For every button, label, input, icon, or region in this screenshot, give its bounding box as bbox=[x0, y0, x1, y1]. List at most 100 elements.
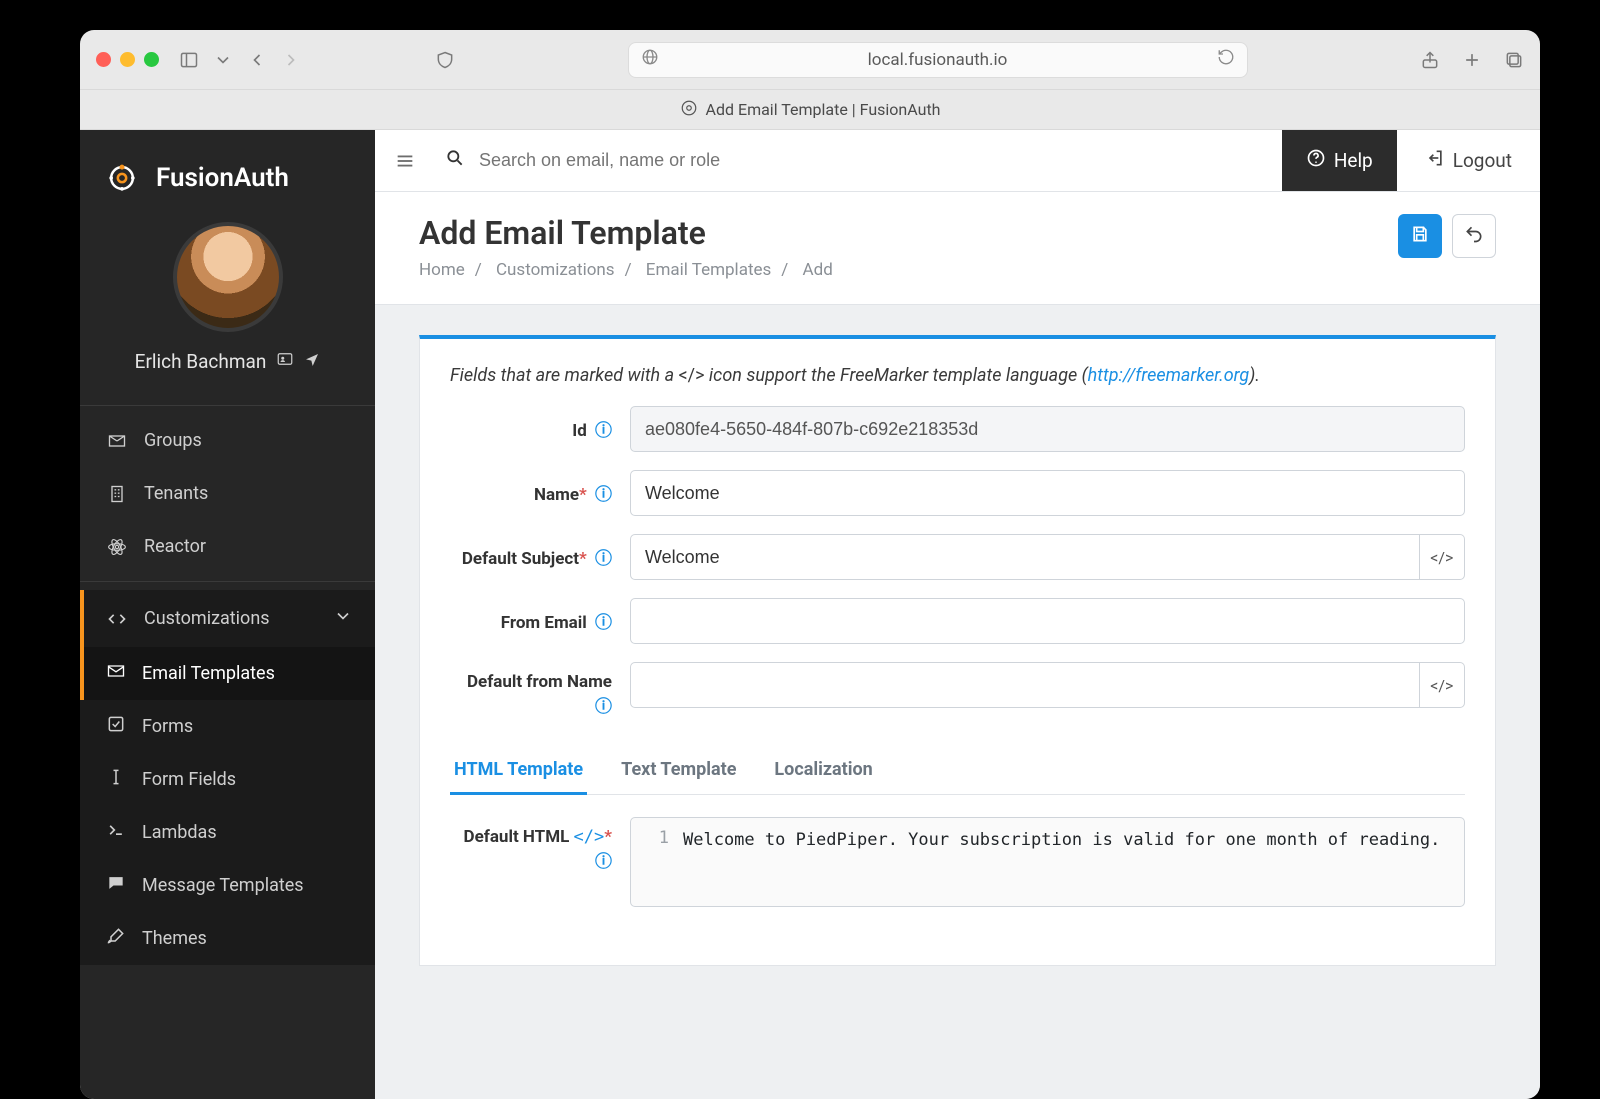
crumb[interactable]: Customizations bbox=[496, 260, 615, 280]
check-square-icon bbox=[106, 714, 126, 739]
tab-html-template[interactable]: HTML Template bbox=[450, 747, 587, 795]
tab-localization[interactable]: Localization bbox=[770, 747, 876, 795]
sidebar-item-label: Customizations bbox=[144, 608, 270, 629]
logout-button[interactable]: Logout bbox=[1397, 130, 1540, 191]
sidebar-item-label: Forms bbox=[142, 716, 193, 737]
help-icon bbox=[1306, 148, 1326, 173]
info-icon[interactable]: ⓘ bbox=[595, 485, 612, 505]
code-icon: </> bbox=[1430, 676, 1453, 695]
browser-tab[interactable]: Add Email Template | FusionAuth bbox=[80, 90, 1540, 130]
sidebar-sub-lambdas[interactable]: Lambdas bbox=[80, 806, 375, 859]
template-toggle-button[interactable]: </> bbox=[1420, 662, 1465, 708]
share-icon[interactable] bbox=[1420, 50, 1440, 70]
shield-icon[interactable] bbox=[435, 50, 455, 70]
label-subject: Default Subject bbox=[462, 549, 579, 569]
sidebar-item-tenants[interactable]: Tenants bbox=[80, 467, 375, 520]
from-email-field[interactable] bbox=[630, 598, 1465, 644]
sidebar-toggle-icon[interactable] bbox=[179, 50, 199, 70]
avatar[interactable] bbox=[173, 222, 283, 332]
building-icon bbox=[106, 484, 128, 504]
topbar: Help Logout bbox=[375, 130, 1540, 192]
sidebar-item-groups[interactable]: Groups bbox=[80, 414, 375, 467]
location-arrow-icon[interactable] bbox=[304, 350, 320, 373]
main: Help Logout Add Email Template Home/ Cus… bbox=[375, 130, 1540, 1099]
address-bar[interactable]: local.fusionauth.io bbox=[628, 42, 1248, 78]
address-text: local.fusionauth.io bbox=[868, 50, 1008, 70]
label-id: Id bbox=[572, 421, 587, 441]
comment-icon bbox=[106, 873, 126, 898]
groups-icon bbox=[106, 431, 128, 451]
tabs-overview-icon[interactable] bbox=[1504, 50, 1524, 70]
label-default-html: Default HTML bbox=[464, 827, 570, 847]
zoom-window-button[interactable] bbox=[144, 52, 159, 67]
forward-icon bbox=[281, 50, 301, 70]
template-tabs: HTML Template Text Template Localization bbox=[450, 747, 1465, 795]
freemarker-link[interactable]: http://freemarker.org bbox=[1088, 365, 1250, 386]
label-from-email: From Email bbox=[501, 613, 587, 633]
code-icon: </> bbox=[1430, 548, 1453, 567]
breadcrumb: Home/ Customizations/ Email Templates/ A… bbox=[419, 260, 833, 280]
minimize-window-button[interactable] bbox=[120, 52, 135, 67]
sidebar-item-customizations[interactable]: Customizations bbox=[80, 590, 375, 647]
line-number: 1 bbox=[659, 828, 669, 848]
reload-icon[interactable] bbox=[1217, 48, 1235, 71]
search-input[interactable] bbox=[477, 149, 1272, 172]
back-icon[interactable] bbox=[247, 50, 267, 70]
info-icon[interactable]: ⓘ bbox=[595, 421, 612, 441]
search-wrapper bbox=[435, 148, 1282, 173]
save-icon bbox=[1410, 224, 1430, 248]
sidebar-sub-themes[interactable]: Themes bbox=[80, 912, 375, 965]
id-field bbox=[630, 406, 1465, 452]
tab-favicon bbox=[680, 99, 698, 121]
page-header: Add Email Template Home/ Customizations/… bbox=[375, 192, 1540, 305]
info-icon[interactable]: ⓘ bbox=[595, 549, 612, 569]
collapse-sidebar-button[interactable] bbox=[375, 150, 435, 172]
subject-field[interactable] bbox=[630, 534, 1420, 580]
crumb[interactable]: Email Templates bbox=[646, 260, 772, 280]
from-name-field[interactable] bbox=[630, 662, 1420, 708]
name-field[interactable] bbox=[630, 470, 1465, 516]
sidebar-sub-email-templates[interactable]: Email Templates bbox=[80, 647, 375, 700]
template-toggle-button[interactable]: </> bbox=[1420, 534, 1465, 580]
sidebar-sub-form-fields[interactable]: Form Fields bbox=[80, 753, 375, 806]
crumb: Add bbox=[803, 260, 833, 280]
tab-text-template[interactable]: Text Template bbox=[617, 747, 740, 795]
paintbrush-icon bbox=[106, 926, 126, 951]
sidebar: FusionAuth Erlich Bachman Groups bbox=[80, 130, 375, 1099]
close-window-button[interactable] bbox=[96, 52, 111, 67]
help-label: Help bbox=[1334, 149, 1373, 172]
label-from-name: Default from Name bbox=[467, 672, 612, 692]
help-button[interactable]: Help bbox=[1282, 130, 1397, 191]
sidebar-sub-forms[interactable]: Forms bbox=[80, 700, 375, 753]
sidebar-sub-message-templates[interactable]: Message Templates bbox=[80, 859, 375, 912]
html-editor[interactable]: 1 Welcome to PiedPiper. Your subscriptio… bbox=[630, 817, 1465, 907]
info-icon[interactable]: ⓘ bbox=[595, 613, 612, 633]
form-hint: Fields that are marked with a </> icon s… bbox=[450, 365, 1465, 386]
envelope-icon bbox=[106, 661, 126, 686]
chevron-down-icon[interactable] bbox=[213, 50, 233, 70]
editor-content[interactable]: Welcome to PiedPiper. Your subscription … bbox=[679, 818, 1464, 906]
tab-title: Add Email Template | FusionAuth bbox=[706, 100, 941, 119]
profile-name: Erlich Bachman bbox=[135, 350, 267, 373]
terminal-icon bbox=[106, 820, 126, 845]
atom-icon bbox=[106, 537, 128, 557]
save-button[interactable] bbox=[1398, 214, 1442, 258]
sidebar-item-reactor[interactable]: Reactor bbox=[80, 520, 375, 573]
crumb[interactable]: Home bbox=[419, 260, 465, 280]
sidebar-item-label: Reactor bbox=[144, 536, 206, 557]
back-button[interactable] bbox=[1452, 214, 1496, 258]
brand[interactable]: FusionAuth bbox=[80, 130, 375, 208]
window-controls bbox=[96, 52, 159, 67]
new-tab-icon[interactable] bbox=[1462, 50, 1482, 70]
info-icon[interactable]: ⓘ bbox=[595, 697, 612, 717]
id-card-icon[interactable] bbox=[276, 350, 294, 373]
logout-icon bbox=[1425, 148, 1445, 173]
label-name: Name bbox=[534, 485, 579, 505]
sidebar-item-label: Tenants bbox=[144, 483, 208, 504]
search-icon bbox=[445, 148, 465, 173]
sidebar-item-label: Groups bbox=[144, 430, 202, 451]
browser-toolbar: local.fusionauth.io bbox=[80, 30, 1540, 90]
logout-label: Logout bbox=[1453, 149, 1512, 172]
info-icon[interactable]: ⓘ bbox=[595, 852, 612, 872]
undo-icon bbox=[1464, 224, 1484, 248]
